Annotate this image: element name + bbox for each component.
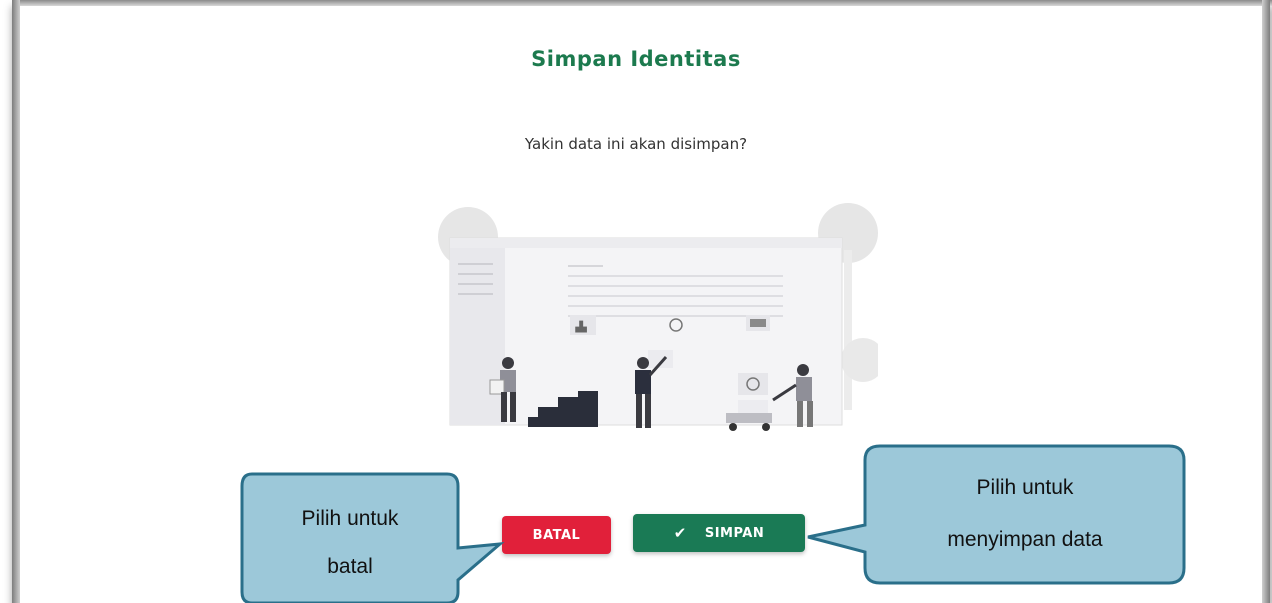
- callout-right-line1: Pilih untuk: [976, 476, 1074, 499]
- callout-left-line2: batal: [327, 555, 373, 578]
- illustration: ▟▖: [438, 203, 878, 431]
- frame-edge-left: [12, 0, 20, 603]
- dialog-title: Simpan Identitas: [531, 47, 741, 71]
- callout-left: Pilih untuk batal: [244, 497, 456, 589]
- check-icon: ✔: [673, 524, 687, 542]
- svg-text:▟▖: ▟▖: [574, 320, 590, 333]
- cancel-button[interactable]: BATAL: [502, 516, 611, 554]
- cancel-button-label: BATAL: [532, 527, 581, 543]
- frame-edge-top: [12, 0, 1272, 6]
- save-button[interactable]: ✔ SIMPAN: [633, 514, 805, 552]
- frame-edge-right: [1262, 0, 1270, 603]
- callout-right-line2: menyimpan data: [947, 528, 1103, 551]
- dialog-message: Yakin data ini akan disimpan?: [524, 135, 748, 153]
- callout-left-line1: Pilih untuk: [301, 507, 399, 530]
- save-button-label: SIMPAN: [704, 525, 765, 541]
- callout-right: Pilih untuk menyimpan data: [868, 466, 1182, 562]
